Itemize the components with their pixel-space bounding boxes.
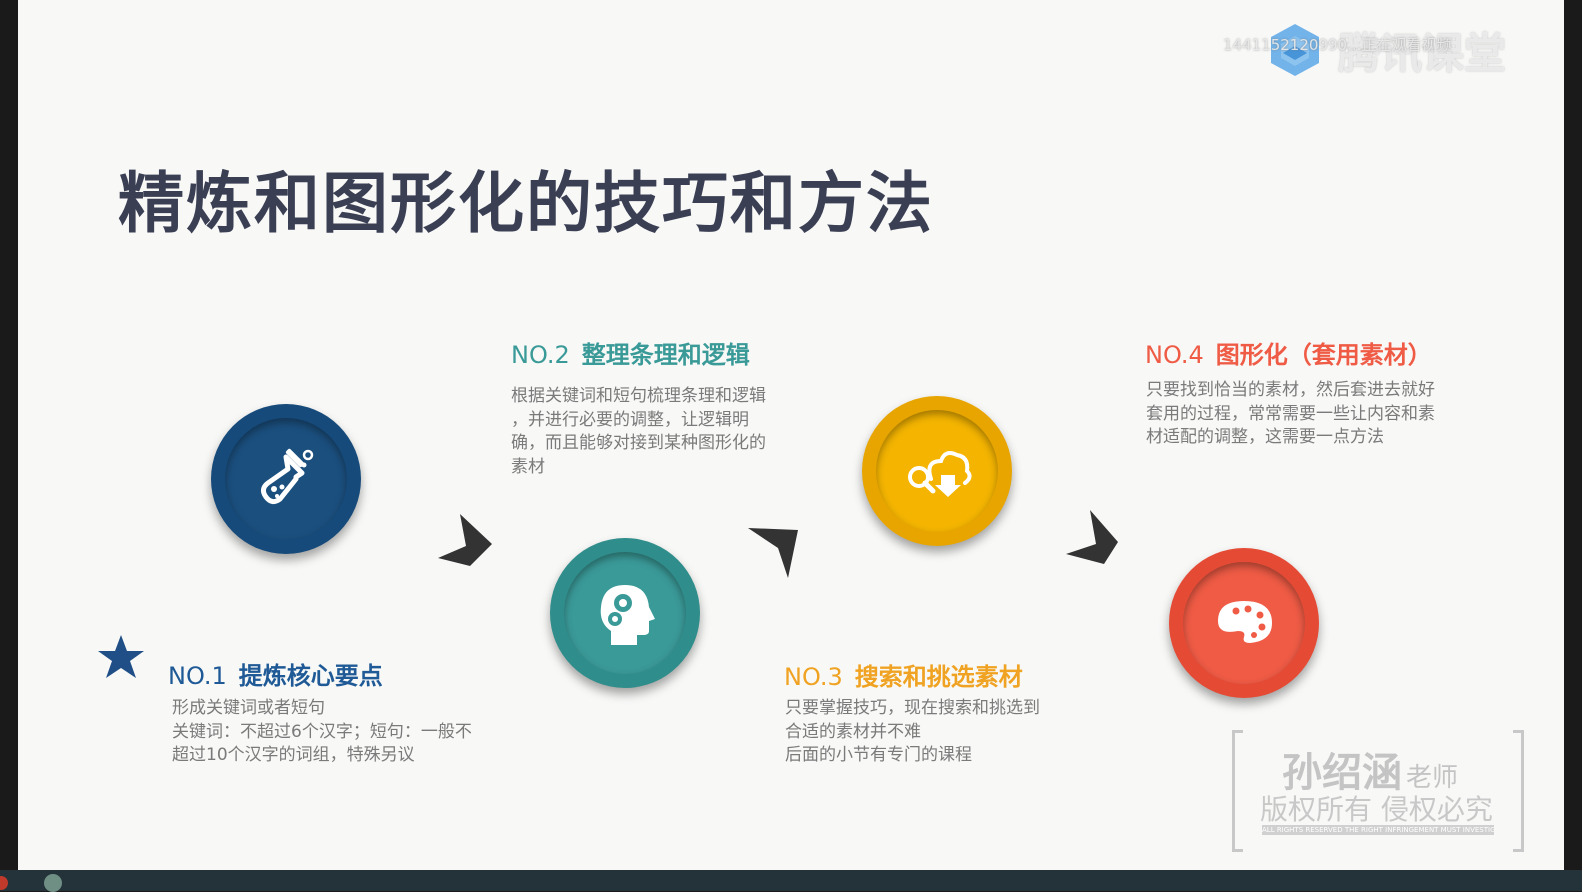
copyright-watermark: 孙绍涵 老师 版权所有 侵权必究 ALL RIGHTS RESERVED THE … xyxy=(1232,730,1524,852)
palette-icon xyxy=(1218,601,1272,643)
step1-title: NO.1 提炼核心要点 xyxy=(168,656,383,691)
step4-circle xyxy=(1169,548,1319,698)
player-bottom-bar xyxy=(0,870,1582,892)
presentation-slide: 精炼和图形化的技巧和方法 腾讯课堂 1441152120990...正在观看视频 xyxy=(18,0,1564,870)
step3-circle xyxy=(862,396,1012,546)
step4-number: NO.4 xyxy=(1145,341,1204,369)
step3-description: 只要掌握技巧，现在搜索和挑选到 合适的素材并不难 后面的小节有专门的课程 xyxy=(785,698,1040,765)
head-gears-icon xyxy=(600,585,655,645)
search-cloud-download-icon xyxy=(908,451,972,497)
step2-circle xyxy=(550,538,700,688)
step4-description: 只要找到恰当的素材，然后套进去就好 套用的过程，常常需要一些让内容和素 材适配的… xyxy=(1146,380,1435,447)
step3-title: NO.3 搜索和挑选素材 xyxy=(784,657,1023,692)
step1-number: NO.1 xyxy=(168,662,227,690)
step2-title: NO.2 整理条理和逻辑 xyxy=(511,335,750,370)
step3-name: 搜索和挑选素材 xyxy=(854,663,1023,691)
watermark-small-text: ALL RIGHTS RESERVED THE RIGHT INFRINGEME… xyxy=(1262,825,1494,835)
chevron-right-icon xyxy=(438,514,492,566)
step1-circle xyxy=(211,404,361,554)
step1-description: 形成关键词或者短句 关键词：不超过6个汉字；短句：一般不 超过10个汉字的词组，… xyxy=(172,698,472,765)
record-indicator-icon xyxy=(0,876,8,890)
flask-icon xyxy=(260,448,314,505)
tencent-classroom-logo: 腾讯课堂 1441152120990...正在观看视频 xyxy=(1223,18,1543,78)
step4-name: 图形化（套用素材） xyxy=(1215,341,1432,369)
step2-name: 整理条理和逻辑 xyxy=(581,341,750,369)
status-dot-icon xyxy=(44,874,62,892)
viewer-id-overlay: 1441152120990...正在观看视频 xyxy=(1223,36,1452,54)
chevron-right-icon xyxy=(1066,510,1118,564)
star-icon xyxy=(98,635,144,678)
slide-title: 精炼和图形化的技巧和方法 xyxy=(118,165,934,242)
step2-description: 根据关键词和短句梳理条理和逻辑 ，并进行必要的调整，让逻辑明 确，而且能够对接到… xyxy=(511,386,766,477)
step1-name: 提炼核心要点 xyxy=(238,662,383,690)
step3-number: NO.3 xyxy=(784,663,843,691)
watermark-rights: 版权所有 侵权必究 xyxy=(1260,793,1493,826)
step2-number: NO.2 xyxy=(511,341,570,369)
chevron-right-icon xyxy=(748,528,798,578)
step4-title: NO.4 图形化（套用素材） xyxy=(1145,335,1432,370)
